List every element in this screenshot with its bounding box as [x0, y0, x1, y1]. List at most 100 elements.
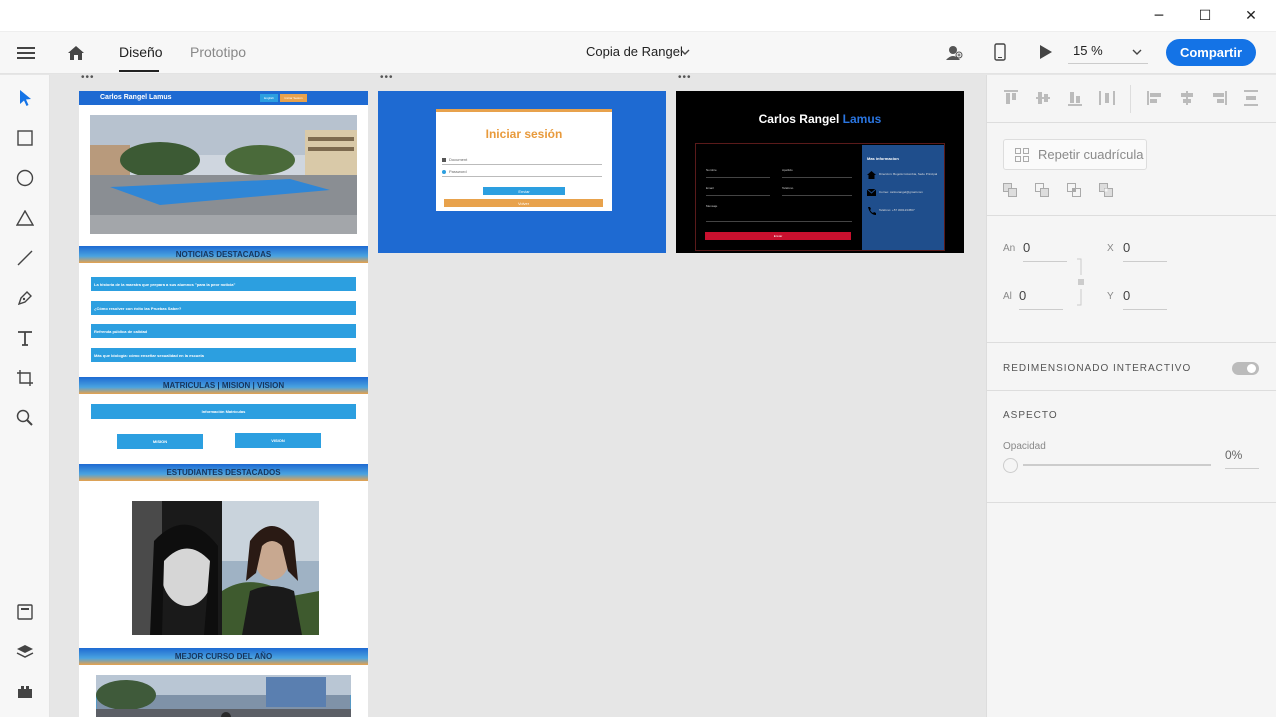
- responsive-resize-label: REDIMENSIONADO INTERACTIVO: [1003, 363, 1192, 374]
- play-icon[interactable]: [1035, 41, 1057, 63]
- login-link-button[interactable]: Iniciar Sesión: [280, 94, 307, 102]
- hamburger-icon[interactable]: [14, 41, 38, 65]
- property-inspector: Repetir cuadrícula An 0 Al 0 X 0 Y 0 RED…: [986, 75, 1276, 717]
- device-preview-icon[interactable]: [989, 41, 1011, 63]
- align-right-icon[interactable]: [1211, 90, 1227, 106]
- zoom-chevron-down-icon[interactable]: [1130, 45, 1144, 59]
- contact-submit-button[interactable]: Enviar: [705, 232, 851, 240]
- select-icon[interactable]: [13, 86, 37, 110]
- app-toolbar: Diseño Prototipo Copia de Rangel 15 % Co…: [0, 32, 1276, 74]
- tab-design[interactable]: Diseño: [119, 44, 163, 60]
- news-item[interactable]: La historia de la maestra que prepara a …: [91, 277, 356, 291]
- tool-rail: [0, 75, 50, 717]
- design-canvas[interactable]: ••• ••• ••• Carlos Rangel Lamus English …: [51, 75, 985, 717]
- plugins-icon[interactable]: [13, 680, 37, 704]
- ellipse-icon[interactable]: [13, 166, 37, 190]
- text-icon[interactable]: [13, 326, 37, 350]
- zoom-icon[interactable]: [13, 406, 37, 430]
- width-field[interactable]: 0: [1023, 240, 1067, 262]
- mail-icon: [867, 189, 876, 196]
- home-icon: [867, 171, 876, 179]
- artboard-handle[interactable]: •••: [81, 75, 95, 83]
- name-input[interactable]: [706, 177, 770, 178]
- artboard-handle[interactable]: •••: [380, 75, 394, 83]
- enrol-section-band: MATRICULAS | MISION | VISION: [79, 377, 368, 394]
- distribute-horizontal-icon[interactable]: [1099, 90, 1115, 106]
- news-item[interactable]: Más que biología: cómo enseñar sexualida…: [91, 348, 356, 362]
- panel-divider: [987, 122, 1276, 123]
- message-input[interactable]: [706, 221, 852, 222]
- vision-button[interactable]: VISION: [235, 433, 321, 448]
- rectangle-icon[interactable]: [13, 126, 37, 150]
- password-placeholder: Password: [449, 169, 467, 174]
- document-field[interactable]: Document: [442, 157, 602, 165]
- polygon-icon[interactable]: [13, 206, 37, 230]
- news-section-band: NOTICIAS DESTACADAS: [79, 246, 368, 263]
- lock-aspect-icon[interactable]: [1075, 257, 1087, 307]
- align-top-icon[interactable]: [1003, 90, 1019, 106]
- submit-button[interactable]: Enviar: [483, 187, 565, 195]
- document-placeholder: Document: [449, 157, 468, 162]
- artboard-home[interactable]: Carlos Rangel Lamus English Iniciar Sesi…: [79, 91, 368, 717]
- window-title-bar: ─ ☐ ✕: [0, 0, 1276, 32]
- email-input[interactable]: [706, 195, 770, 196]
- align-left-icon[interactable]: [1147, 90, 1163, 106]
- pen-icon[interactable]: [13, 286, 37, 310]
- back-button[interactable]: Volver: [444, 199, 603, 207]
- course-section-band: MEJOR CURSO DEL AÑO: [79, 648, 368, 665]
- artboard-login[interactable]: Iniciar sesión Document Password Enviar …: [378, 91, 666, 253]
- password-field[interactable]: Password: [442, 169, 602, 177]
- boolean-exclude-icon[interactable]: [1099, 183, 1113, 197]
- info-panel: Mas informacion Dirección: Bogotá Colomb…: [862, 145, 944, 250]
- align-divider: [1130, 85, 1131, 113]
- contact-title-main: Carlos Rangel: [758, 112, 840, 126]
- chevron-down-icon[interactable]: [678, 45, 692, 59]
- align-center-icon[interactable]: [1179, 90, 1195, 106]
- repeat-grid-button[interactable]: Repetir cuadrícula: [1003, 139, 1147, 170]
- boolean-intersect-icon[interactable]: [1067, 183, 1081, 197]
- home-icon[interactable]: [64, 41, 88, 65]
- close-button[interactable]: ✕: [1228, 0, 1274, 32]
- mission-button[interactable]: MISION: [117, 434, 203, 449]
- artboard-contact[interactable]: Carlos Rangel Lamus Nombre Apellido Emai…: [676, 91, 964, 253]
- user-share-icon[interactable]: [943, 41, 965, 63]
- tab-prototype[interactable]: Prototipo: [190, 44, 246, 60]
- share-button[interactable]: Compartir: [1166, 39, 1256, 66]
- maximize-button[interactable]: ☐: [1182, 0, 1228, 32]
- contact-title: Carlos Rangel Lamus: [676, 112, 964, 126]
- boolean-subtract-icon[interactable]: [1035, 183, 1049, 197]
- align-bottom-icon[interactable]: [1067, 90, 1083, 106]
- english-button[interactable]: English: [260, 94, 278, 102]
- y-label: Y: [1107, 291, 1114, 302]
- opacity-slider-track[interactable]: [1023, 464, 1211, 466]
- info-address: Dirección: Bogotá Colombia, Sede Princip…: [879, 172, 938, 176]
- distribute-vertical-icon[interactable]: [1243, 90, 1259, 106]
- layers-icon[interactable]: [13, 640, 37, 664]
- students-photo: [132, 501, 319, 635]
- boolean-add-icon[interactable]: [1003, 183, 1017, 197]
- minimize-button[interactable]: ─: [1136, 0, 1182, 32]
- line-icon[interactable]: [13, 246, 37, 270]
- contact-title-accent: Lamus: [842, 112, 882, 126]
- assets-icon[interactable]: [13, 600, 37, 624]
- x-field[interactable]: 0: [1123, 240, 1167, 262]
- y-field[interactable]: 0: [1123, 288, 1167, 310]
- news-section-title: NOTICIAS DESTACADAS: [175, 250, 272, 259]
- news-item[interactable]: Refrenda pública de calidad: [91, 324, 356, 338]
- panel-divider: [987, 390, 1276, 391]
- opacity-slider-handle[interactable]: [1003, 458, 1018, 473]
- login-title: Iniciar sesión: [485, 127, 563, 141]
- align-middle-icon[interactable]: [1035, 90, 1051, 106]
- info-title: Mas informacion: [867, 156, 899, 161]
- height-field[interactable]: 0: [1019, 288, 1063, 310]
- document-title[interactable]: Copia de Rangel: [586, 44, 683, 59]
- news-item[interactable]: ¿Cómo resolver con éxito las Pruebas Sab…: [91, 301, 356, 315]
- opacity-field[interactable]: 0%: [1225, 448, 1259, 469]
- phone-input[interactable]: [782, 195, 852, 196]
- surname-input[interactable]: [782, 177, 852, 178]
- responsive-resize-toggle[interactable]: [1232, 362, 1259, 375]
- enrol-info-button[interactable]: Información Matrículas: [91, 404, 356, 419]
- artboard-handle[interactable]: •••: [678, 75, 692, 83]
- artboard-icon[interactable]: [13, 366, 37, 390]
- phone-icon: [868, 207, 876, 215]
